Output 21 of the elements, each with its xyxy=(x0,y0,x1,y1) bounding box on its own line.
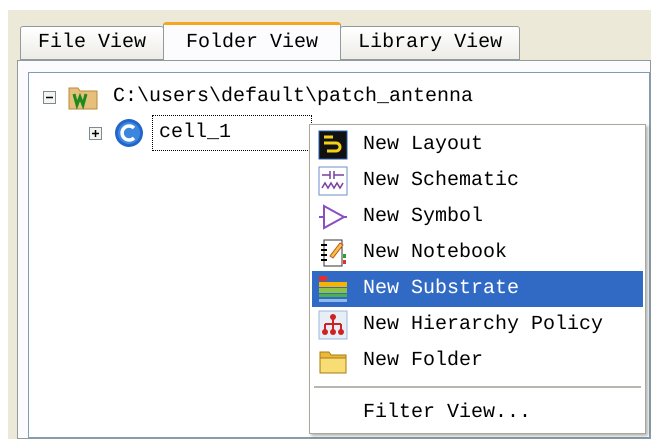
cell-icon xyxy=(114,118,144,148)
triangle-symbol-icon xyxy=(318,202,348,232)
schematic-icon xyxy=(318,166,348,196)
layout-icon xyxy=(318,130,348,160)
menu-item[interactable]: New Schematic xyxy=(312,163,643,199)
menu-item[interactable]: New Substrate xyxy=(312,271,643,307)
menu-item[interactable]: Filter View... xyxy=(312,395,643,431)
menu-item[interactable]: New Folder xyxy=(312,343,643,379)
menu-item[interactable]: New Hierarchy Policy xyxy=(312,307,643,343)
tab[interactable]: File View xyxy=(20,26,164,60)
hierarchy-icon xyxy=(318,310,348,340)
menu-item[interactable]: New Notebook xyxy=(312,235,643,271)
tab[interactable]: Folder View xyxy=(163,22,342,60)
menu-item[interactable]: New Symbol xyxy=(312,199,643,235)
expand-icon[interactable] xyxy=(89,126,102,140)
notebook-icon xyxy=(318,238,348,268)
substrate-layers-icon xyxy=(318,274,348,304)
tab[interactable]: Library View xyxy=(340,26,520,60)
menu-item[interactable]: New Layout xyxy=(312,127,643,163)
tree-item-label[interactable]: C:\users\default\patch_antenna xyxy=(106,79,480,115)
collapse-icon[interactable] xyxy=(43,90,56,104)
